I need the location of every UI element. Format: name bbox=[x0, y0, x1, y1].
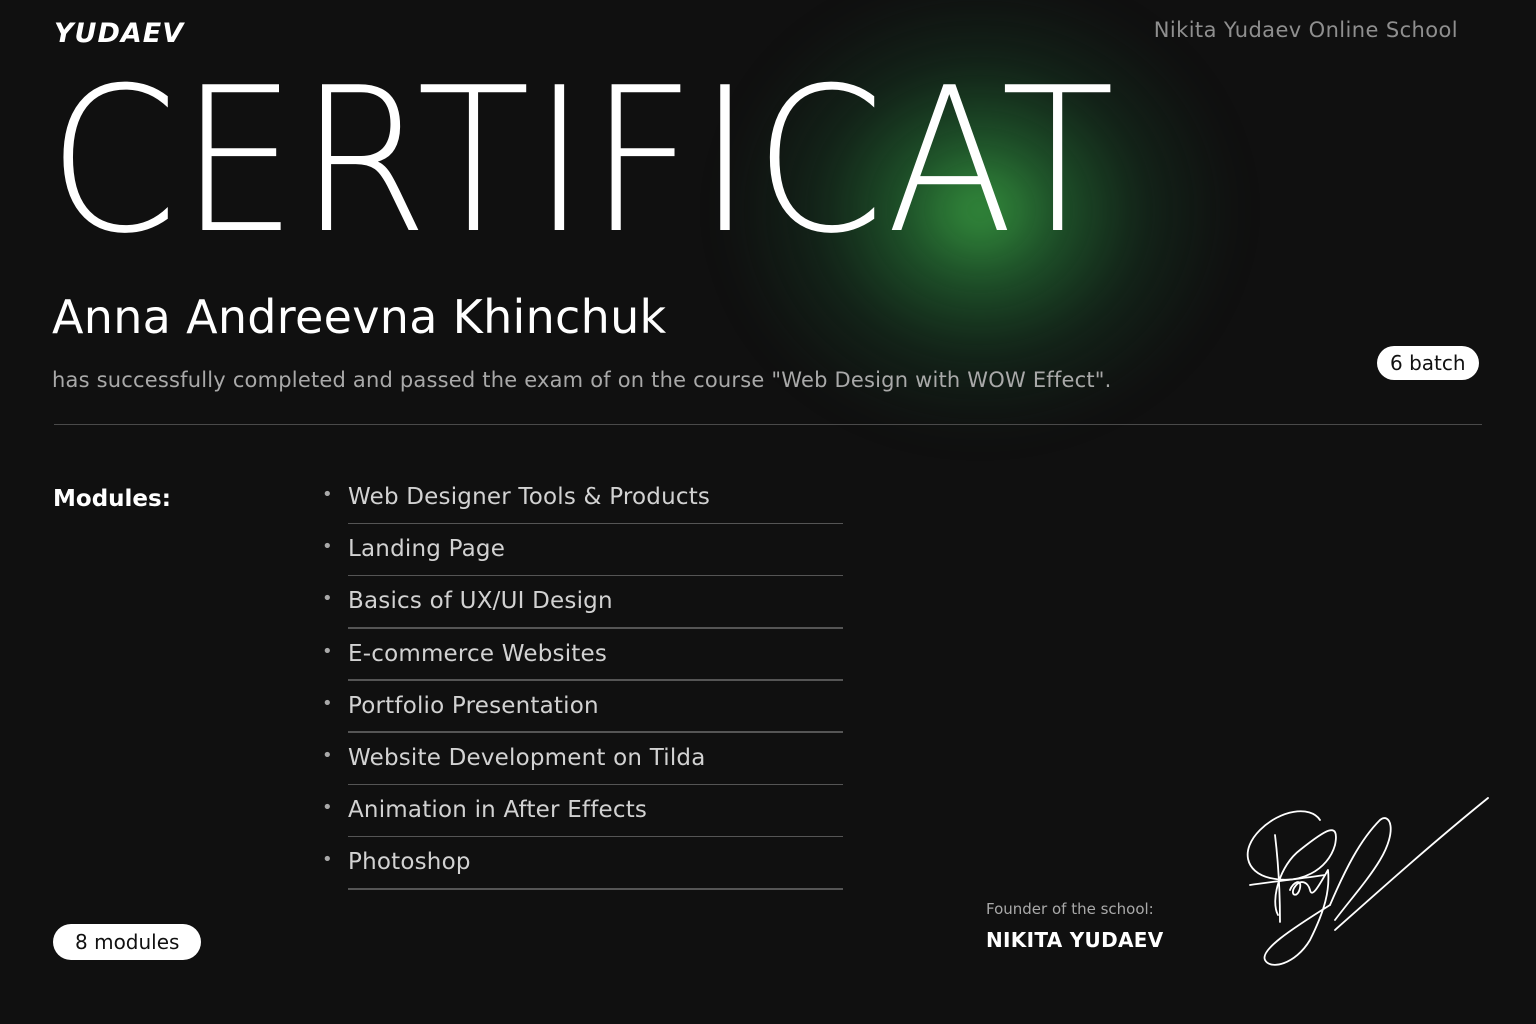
completion-statement: has successfully completed and passed th… bbox=[52, 368, 1112, 392]
certificate-title: CERTIFICAT bbox=[48, 45, 1117, 278]
bullet-icon: • bbox=[322, 744, 333, 766]
module-label: Web Designer Tools & Products bbox=[348, 484, 711, 510]
yudaev-logo: YUDAEV bbox=[54, 18, 185, 48]
bullet-icon: • bbox=[322, 692, 333, 714]
module-underline bbox=[348, 522, 843, 525]
module-label: Basics of UX/UI Design bbox=[348, 588, 613, 615]
module-underline bbox=[348, 835, 843, 838]
module-underline bbox=[348, 679, 843, 681]
module-underline bbox=[348, 574, 843, 577]
school-name: Nikita Yudaev Online School bbox=[1153, 18, 1458, 42]
module-label: Website Development on Tilda bbox=[348, 744, 706, 771]
modules-label: Modules: bbox=[53, 486, 171, 512]
batch-badge: 6 batch bbox=[1377, 346, 1479, 380]
certificate: YUDAEV Nikita Yudaev Online School CERTI… bbox=[0, 0, 1536, 1024]
module-underline bbox=[348, 888, 843, 890]
module-label: Landing Page bbox=[348, 536, 506, 563]
module-label: E-commerce Websites bbox=[348, 640, 608, 667]
divider bbox=[54, 424, 1482, 425]
module-underline bbox=[348, 783, 843, 786]
module-underline bbox=[348, 627, 843, 629]
logo-text: YUDAEV bbox=[54, 18, 185, 48]
module-label: Animation in After Effects bbox=[348, 797, 648, 824]
bullet-icon: • bbox=[322, 797, 333, 819]
module-underline bbox=[348, 731, 843, 733]
bullet-icon: • bbox=[322, 484, 333, 505]
bullet-icon: • bbox=[322, 536, 333, 558]
recipient-name: Anna Andreevna Khinchuk bbox=[52, 290, 667, 344]
bullet-icon: • bbox=[322, 588, 333, 610]
modules-count-badge: 8 modules bbox=[53, 924, 202, 960]
module-label: Portfolio Presentation bbox=[348, 692, 599, 719]
signature-icon bbox=[1246, 797, 1489, 966]
bullet-icon: • bbox=[322, 849, 333, 871]
module-label: Photoshop bbox=[348, 849, 471, 876]
founder-caption: Founder of the school: bbox=[986, 900, 1154, 918]
bullet-icon: • bbox=[322, 640, 333, 662]
founder-name: NIKITA YUDAEV bbox=[986, 928, 1164, 952]
